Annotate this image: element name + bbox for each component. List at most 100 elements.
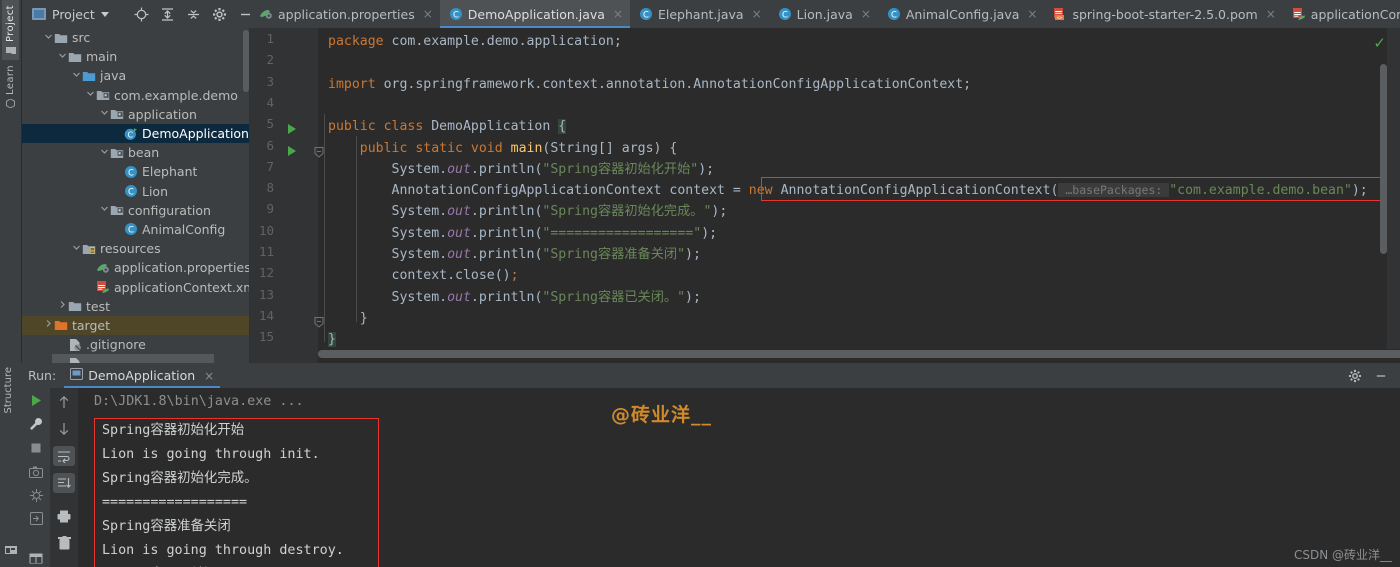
editor-tab-animalconfig-java[interactable]: C AnimalConfig.java ×: [878, 0, 1045, 28]
editor-vertical-scrollbar[interactable]: [1380, 64, 1387, 254]
chevron-down-icon[interactable]: [56, 51, 68, 63]
code-token: "Spring容器初始化开始": [542, 161, 699, 177]
code-token: .println(: [470, 289, 543, 305]
editor-tab-elephant-java[interactable]: C Elephant.java ×: [630, 0, 769, 28]
chevron-down-icon[interactable]: [98, 108, 110, 120]
java-class-icon: C: [887, 7, 901, 21]
editor-tab-demoapplication-java[interactable]: C DemoApplication.java ×: [439, 0, 631, 28]
code-text-area[interactable]: package com.example.demo.application; imp…: [318, 28, 1400, 363]
java-class-icon: C: [778, 7, 792, 21]
stop-icon[interactable]: [25, 439, 47, 456]
code-line: System.out.println("Spring容器已关闭。");: [328, 287, 701, 308]
print-icon[interactable]: [53, 506, 75, 526]
rerun-icon[interactable]: [25, 392, 47, 409]
expand-all-icon[interactable]: [155, 0, 181, 28]
editor-tab-lion-java[interactable]: C Lion.java ×: [769, 0, 878, 28]
ide-window: Project Learn Structure Project applicat…: [0, 0, 1400, 567]
down-arrow-icon[interactable]: [53, 419, 75, 439]
code-token: );: [711, 204, 728, 220]
tree-item-application-properties[interactable]: application.properties: [22, 258, 250, 277]
editor-marker-bar[interactable]: [1387, 28, 1400, 363]
editor-tab-application-properties[interactable]: application.properties ×: [250, 0, 440, 28]
author-watermark: @砖业洋__: [611, 404, 713, 426]
code-token: System.: [328, 289, 448, 305]
gear-icon[interactable]: [207, 0, 233, 28]
chevron-down-icon[interactable]: [84, 89, 96, 101]
trash-icon[interactable]: [53, 533, 75, 553]
xml-file-icon: <>: [1053, 7, 1067, 21]
tree-item-com-example-demo[interactable]: com.example.demo: [22, 86, 250, 105]
editor-tab-label: application.properties: [278, 6, 415, 22]
line-number: 7: [266, 158, 274, 174]
locate-icon[interactable]: [129, 0, 155, 28]
export-icon[interactable]: [25, 511, 47, 528]
chevron-right-icon[interactable]: [56, 300, 68, 312]
code-editor[interactable]: 1 2 3 4 5 6 7 8 9 10 11 12 13 14 15 package com.exampl…: [250, 28, 1400, 363]
chevron-down-icon[interactable]: [70, 243, 82, 255]
camera-icon[interactable]: [25, 463, 47, 480]
layout-icon[interactable]: [25, 550, 47, 567]
close-icon[interactable]: ×: [613, 7, 623, 21]
editor-tab-label: DemoApplication.java: [467, 6, 605, 22]
tree-item-label: configuration: [128, 202, 211, 218]
tree-item-src[interactable]: src: [22, 28, 250, 47]
close-icon[interactable]: ×: [1266, 7, 1276, 21]
tree-item-demoapplication[interactable]: C DemoApplication: [22, 123, 250, 144]
collapse-all-icon[interactable]: [181, 0, 207, 28]
resource-folder-icon: [82, 242, 96, 256]
gear-icon[interactable]: [1342, 363, 1368, 388]
sidebar-vtab-learn[interactable]: Learn: [2, 60, 19, 113]
close-icon[interactable]: ×: [423, 7, 433, 21]
chevron-down-icon[interactable]: [70, 70, 82, 82]
tree-item-demo-iml[interactable]: demo.iml: [22, 354, 250, 363]
run-tab-demoapplication[interactable]: DemoApplication ×: [64, 363, 221, 388]
sidebar-vtab-structure[interactable]: Structure: [0, 363, 17, 418]
up-arrow-icon[interactable]: [53, 392, 75, 412]
svg-text:C: C: [128, 187, 134, 197]
svg-text:<>: <>: [1057, 16, 1063, 21]
tree-item-applicationcontext-xml[interactable]: applicationContext.xml: [22, 277, 250, 296]
code-token: DemoApplication: [431, 119, 559, 135]
code-token: System.: [328, 204, 448, 220]
chevron-right-icon[interactable]: [42, 319, 54, 331]
tree-item-application[interactable]: application: [22, 105, 250, 124]
tree-item-configuration[interactable]: configuration: [22, 201, 250, 220]
project-view-button[interactable]: Project: [22, 0, 117, 28]
chevron-down-icon[interactable]: [98, 147, 110, 159]
line-number: 6: [266, 137, 274, 153]
package-icon: [110, 107, 124, 121]
editor-horizontal-scrollbar[interactable]: [318, 350, 1400, 358]
close-icon[interactable]: ×: [861, 7, 871, 21]
code-token: "Spring容器初始化完成。": [542, 204, 712, 220]
gutter-run-icon[interactable]: [286, 120, 298, 135]
console-output[interactable]: @砖业洋__ CSDN @砖业洋__ D:\JDK1.8\bin\java.ex…: [78, 388, 1400, 567]
gutter-run-icon[interactable]: [286, 142, 298, 156]
editor-tab-applicationcontext-xml[interactable]: applicationContext.xml×: [1283, 0, 1400, 28]
inspection-status-icon[interactable]: ✓: [1373, 34, 1386, 52]
wrench-icon[interactable]: [25, 416, 47, 433]
tree-item-main[interactable]: main: [22, 47, 250, 66]
scroll-to-end-icon[interactable]: [53, 473, 75, 493]
close-icon[interactable]: ×: [1027, 7, 1037, 21]
editor-tab-spring-boot-starter-2-5-0-pom[interactable]: <> spring-boot-starter-2.5.0.pom ×: [1044, 0, 1282, 28]
tree-item-animalconfig[interactable]: C AnimalConfig: [22, 220, 250, 239]
editor-gutter[interactable]: 1 2 3 4 5 6 7 8 9 10 11 12 13 14 15: [250, 28, 324, 363]
tree-item-resources[interactable]: resources: [22, 239, 250, 258]
minimize-icon[interactable]: [1368, 363, 1394, 388]
tree-item-lion[interactable]: C Lion: [22, 182, 250, 201]
tree-item-label: Elephant: [142, 164, 198, 180]
tree-item-elephant[interactable]: C Elephant: [22, 162, 250, 181]
soft-wrap-icon[interactable]: [53, 446, 75, 466]
sidebar-vtab-project[interactable]: Project: [2, 0, 19, 61]
tree-item-test[interactable]: test: [22, 297, 250, 316]
thread-dump-icon[interactable]: [25, 487, 47, 504]
chevron-down-icon[interactable]: [98, 204, 110, 216]
tree-item-target[interactable]: target: [22, 315, 250, 335]
tree-item-java[interactable]: java: [22, 66, 250, 85]
tree-item-gitignore[interactable]: .gitignore: [22, 335, 250, 354]
close-icon[interactable]: ×: [752, 7, 762, 21]
chevron-down-icon[interactable]: [42, 32, 54, 44]
tree-item-bean[interactable]: bean: [22, 143, 250, 162]
close-icon[interactable]: ×: [204, 369, 214, 383]
